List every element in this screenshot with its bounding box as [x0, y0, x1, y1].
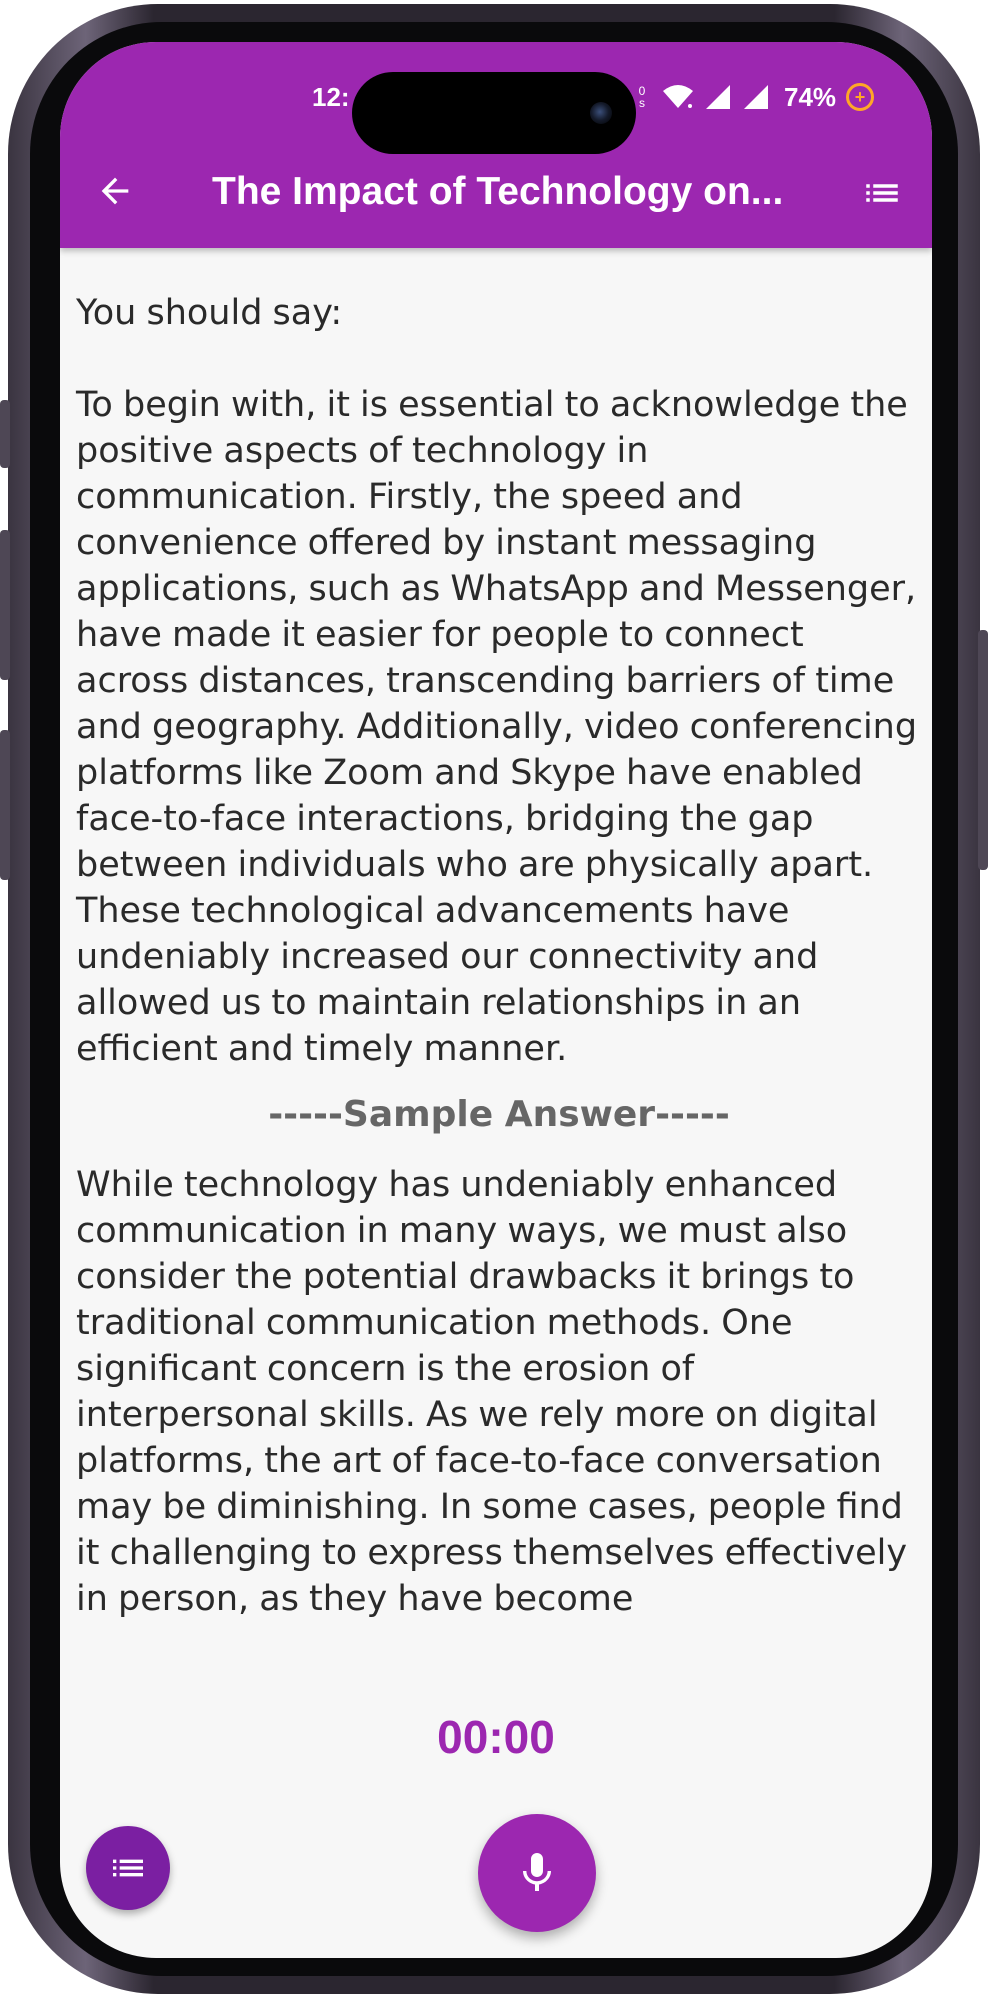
list-menu-button[interactable] [854, 166, 910, 220]
paragraph-2: While technology has undeniably enhanced… [76, 1165, 908, 1619]
volume-up-button [0, 530, 10, 680]
back-button[interactable] [90, 166, 140, 216]
action-button [0, 400, 10, 468]
volume-down-button [0, 730, 10, 880]
battery-saver-icon: + [846, 83, 875, 111]
essay-content: You should say: To begin with, it is ess… [76, 290, 922, 1622]
prompt-text: You should say: [76, 293, 343, 333]
dynamic-island [352, 72, 636, 154]
app-screen: 12: 0 s 74% + The Impact of Technology o… [60, 42, 932, 1958]
record-mic-button[interactable] [478, 1814, 596, 1932]
status-time: 12: [312, 82, 350, 112]
battery-percentage: 74% [784, 81, 837, 112]
power-button [978, 630, 988, 870]
app-bar: 12: 0 s 74% + The Impact of Technology o… [60, 42, 932, 248]
status-icons: 0 s 74% + [632, 80, 875, 114]
signal-icon-2 [744, 85, 768, 109]
front-camera [590, 102, 612, 124]
recording-timer: 00:00 [437, 1711, 555, 1763]
paragraph-1: To begin with, it is essential to acknow… [76, 385, 918, 1069]
list-icon [866, 184, 898, 202]
arrow-back-icon [101, 177, 129, 205]
topics-list-button[interactable] [86, 1826, 170, 1910]
page-title: The Impact of Technology on... [212, 170, 784, 213]
wifi-icon [663, 85, 693, 108]
sample-answer-heading: -----Sample Answer----- [268, 1094, 730, 1135]
mic-icon [523, 1853, 551, 1891]
list-icon [113, 1859, 143, 1877]
signal-icon [706, 85, 730, 109]
